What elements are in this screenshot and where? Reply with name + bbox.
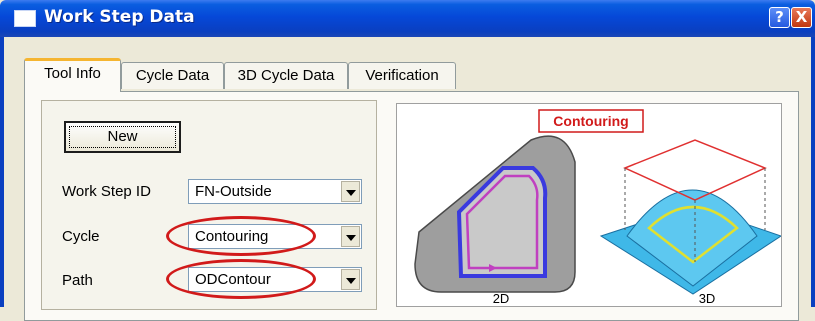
caption-2d: 2D [493,291,510,306]
path-select[interactable]: ODContour [188,267,362,292]
path-value: ODContour [195,271,271,288]
cycle-select[interactable]: Contouring [188,224,362,249]
preview-title: Contouring [553,113,628,129]
chevron-down-icon[interactable] [341,181,360,202]
tab-3d-cycle-data[interactable]: 3D Cycle Data [224,62,348,89]
work-step-id-value: FN-Outside [195,183,272,200]
cycle-label: Cycle [62,228,100,245]
window-frame-right [811,37,815,307]
work-step-id-label: Work Step ID [62,183,151,200]
path-label: Path [62,272,93,289]
focus-rect [69,126,176,148]
toolpath-2d [456,166,548,278]
title-bar[interactable]: Work Step Data ? X [0,0,815,37]
work-step-id-select[interactable]: FN-Outside [188,179,362,204]
chevron-down-icon[interactable] [341,226,360,247]
tab-cycle-data[interactable]: Cycle Data [121,62,224,89]
tab-tool-info[interactable]: Tool Info [24,58,121,92]
cycle-preview-panel: Contouring 2D 3D [396,103,783,307]
chevron-down-icon[interactable] [341,269,360,290]
window-title: Work Step Data [44,7,195,27]
help-button[interactable]: ? [769,7,790,28]
new-button[interactable]: New [64,121,181,153]
window-frame-left [0,37,4,307]
window-icon [14,10,36,27]
cycle-value: Contouring [195,228,269,245]
tab-verification[interactable]: Verification [348,62,456,89]
caption-3d: 3D [699,291,716,306]
cycle-preview-image: Contouring 2D 3D [414,109,783,306]
close-button[interactable]: X [791,7,812,28]
